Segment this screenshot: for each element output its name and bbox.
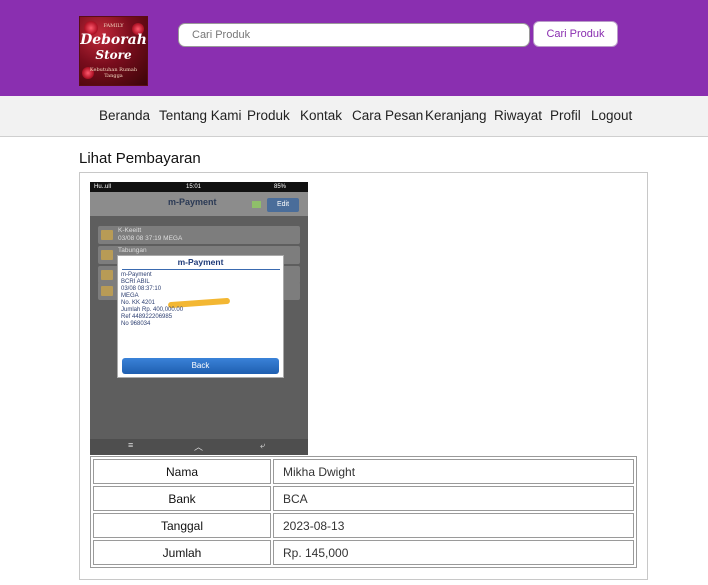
nav-item-logout[interactable]: Logout	[591, 108, 632, 123]
modal-line: Ref 448922206985	[121, 314, 173, 320]
value-cell: BCA	[273, 486, 634, 511]
logo-line2: Deborah	[80, 32, 147, 48]
menu-icon: ≡	[128, 440, 134, 450]
label-cell: Nama	[93, 459, 271, 484]
modal-line: 03/08 08:37:10	[121, 286, 162, 292]
indicator-icon	[252, 201, 261, 208]
nav-item-kontak[interactable]: Kontak	[300, 108, 342, 123]
table-row: Bank BCA	[93, 486, 634, 511]
value-cell: Mikha Dwight	[273, 459, 634, 484]
table-row: Jumlah Rp. 145,000	[93, 540, 634, 565]
modal-line: m-Payment	[121, 272, 152, 278]
modal-line: No. KK 4201	[121, 300, 156, 306]
phone-nav-bar: ≡ ︿ ⤶	[90, 439, 308, 455]
modal-line: Jumlah Rp. 400,000.00	[121, 307, 184, 313]
phone-status-bar: Hu..ull 15:01 85%	[90, 182, 308, 192]
nav-item-keranjang[interactable]: Keranjang	[425, 108, 487, 123]
logo-line3: Store	[95, 48, 132, 62]
label-cell: Jumlah	[93, 540, 271, 565]
app-bar: m-Payment Edit	[90, 192, 308, 216]
list-item: K-Keeitt 03/08 08 37:19 MEGA	[98, 226, 300, 244]
table-row: Tanggal 2023-08-13	[93, 513, 634, 538]
payment-details-table: Nama Mikha Dwight Bank BCA Tanggal 2023-…	[90, 456, 637, 568]
nav-item-tentang-kami[interactable]: Tentang Kami	[159, 108, 242, 123]
folder-icon	[101, 230, 113, 240]
back-nav-icon: ⤶	[260, 440, 266, 450]
folder-icon	[101, 250, 113, 260]
table-row: Nama Mikha Dwight	[93, 459, 634, 484]
home-icon: ︿	[194, 442, 204, 452]
value-cell: 2023-08-13	[273, 513, 634, 538]
folder-icon	[101, 286, 113, 296]
row-line1: Tabungan	[118, 247, 147, 254]
logo-line4: Kebutuhan Rumah Tangga	[89, 67, 138, 79]
nav-item-riwayat[interactable]: Riwayat	[494, 108, 542, 123]
modal-title: m-Payment	[177, 257, 224, 267]
main-nav: Beranda Tentang Kami Produk Kontak Cara …	[0, 96, 708, 137]
modal-line: BCRI ABIL	[121, 279, 150, 285]
logo-line1: FAMILY	[103, 23, 124, 29]
back-button: Back	[122, 358, 279, 374]
status-signal: Hu..ull	[94, 184, 112, 190]
value-cell: Rp. 145,000	[273, 540, 634, 565]
status-battery: 85%	[274, 184, 287, 190]
nav-item-cara-pesan[interactable]: Cara Pesan	[352, 108, 423, 123]
nav-item-beranda[interactable]: Beranda	[99, 108, 150, 123]
modal-divider	[122, 269, 280, 270]
status-time: 15:01	[186, 184, 202, 190]
search-input[interactable]: Cari Produk	[178, 23, 530, 47]
modal-line: MEGA	[121, 293, 139, 299]
modal-line: No 968034	[121, 321, 151, 327]
nav-item-profil[interactable]: Profil	[550, 108, 581, 123]
nav-item-produk[interactable]: Produk	[247, 108, 290, 123]
label-cell: Bank	[93, 486, 271, 511]
label-cell: Tanggal	[93, 513, 271, 538]
row-line2: 03/08 08 37:19 MEGA	[118, 235, 183, 242]
store-logo[interactable]: FAMILY Deborah Store Kebutuhan Rumah Tan…	[79, 16, 148, 86]
search-button[interactable]: Cari Produk	[533, 21, 618, 47]
edit-button: Edit	[267, 198, 299, 212]
row-line1: K-Keeitt	[118, 227, 142, 234]
page-title: Lihat Pembayaran	[79, 150, 201, 167]
folder-icon	[101, 270, 113, 280]
app-title: m-Payment	[168, 197, 217, 207]
site-header: FAMILY Deborah Store Kebutuhan Rumah Tan…	[0, 0, 708, 96]
payment-modal: m-Payment m-Payment BCRI ABIL 03/08 08:3…	[117, 255, 284, 378]
